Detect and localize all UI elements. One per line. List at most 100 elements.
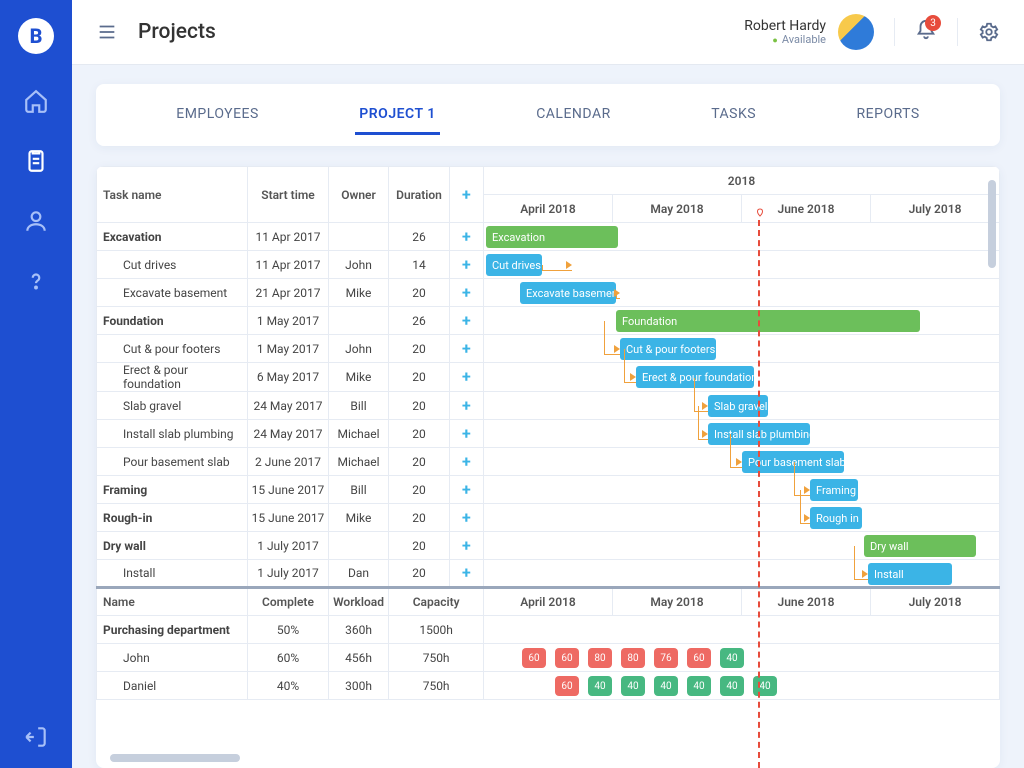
load-pill[interactable]: 76 xyxy=(654,648,678,668)
timeline-month[interactable]: July 2018 xyxy=(871,195,1000,223)
notifications-button[interactable]: 3 xyxy=(915,19,937,45)
task-row[interactable]: Install slab plumbing24 May 2017Michael2… xyxy=(97,420,1000,448)
gantt-cell[interactable]: Framing xyxy=(484,476,1000,504)
task-row[interactable]: Excavate basement21 Apr 2017Mike20+Excav… xyxy=(97,279,1000,307)
task-row[interactable]: Excavation11 Apr 201726+Excavation xyxy=(97,223,1000,251)
resource-row[interactable]: Purchasing department50%360h1500h xyxy=(97,616,1000,644)
timeline-month[interactable]: April 2018 xyxy=(484,588,613,616)
col-owner[interactable]: Owner xyxy=(328,167,388,223)
add-subtask-button[interactable]: + xyxy=(449,560,483,588)
tab-tasks[interactable]: TASKS xyxy=(707,96,760,135)
help-icon[interactable] xyxy=(23,268,49,294)
add-subtask-button[interactable]: + xyxy=(449,420,483,448)
horizontal-scrollbar[interactable] xyxy=(110,754,240,762)
tab-reports[interactable]: REPORTS xyxy=(853,96,924,135)
gantt-bar[interactable]: Slab gravel xyxy=(708,395,768,417)
gantt-cell[interactable]: Excavate basement xyxy=(484,279,1000,307)
load-pill[interactable]: 40 xyxy=(588,676,612,696)
settings-icon[interactable] xyxy=(978,21,1000,43)
gantt-cell[interactable]: Cut & pour footers xyxy=(484,335,1000,363)
res-col-complete[interactable]: Complete xyxy=(248,588,329,616)
add-subtask-button[interactable]: + xyxy=(449,392,483,420)
add-subtask-button[interactable]: + xyxy=(449,532,483,560)
tab-calendar[interactable]: CALENDAR xyxy=(532,96,615,135)
timeline-month[interactable]: July 2018 xyxy=(871,588,1000,616)
load-pill[interactable]: 60 xyxy=(687,648,711,668)
load-pill[interactable]: 40 xyxy=(753,676,777,696)
res-col-capacity[interactable]: Capacity xyxy=(389,588,484,616)
load-pill[interactable]: 40 xyxy=(720,676,744,696)
add-subtask-button[interactable]: + xyxy=(449,504,483,532)
task-row[interactable]: Rough-in15 June 2017Mike20+Rough in xyxy=(97,504,1000,532)
load-pill[interactable]: 60 xyxy=(522,648,546,668)
gantt-cell[interactable]: Foundation xyxy=(484,307,1000,335)
resource-row[interactable]: John60%456h750h60608080766040 xyxy=(97,644,1000,672)
avatar[interactable] xyxy=(838,14,874,50)
gantt-cell[interactable]: Slab gravel xyxy=(484,392,1000,420)
timeline-month[interactable]: May 2018 xyxy=(613,195,742,223)
timeline-month[interactable]: June 2018 xyxy=(742,195,871,223)
task-row[interactable]: Foundation1 May 201726+Foundation xyxy=(97,307,1000,335)
gantt-cell[interactable]: Erect & pour foundation xyxy=(484,363,1000,392)
load-pill[interactable]: 40 xyxy=(654,676,678,696)
add-subtask-button[interactable]: + xyxy=(449,251,483,279)
logout-icon[interactable] xyxy=(23,724,49,750)
tab-project-1[interactable]: PROJECT 1 xyxy=(355,96,439,135)
gantt-cell[interactable]: Rough in xyxy=(484,504,1000,532)
menu-icon[interactable] xyxy=(96,21,118,43)
home-icon[interactable] xyxy=(23,88,49,114)
gantt-bar[interactable]: Excavate basement xyxy=(520,282,616,304)
gantt-cell[interactable]: Pour basement slab xyxy=(484,448,1000,476)
user-icon[interactable] xyxy=(23,208,49,234)
task-row[interactable]: Cut drives11 Apr 2017John14+Cut drives xyxy=(97,251,1000,279)
task-row[interactable]: Erect & pour foundation6 May 2017Mike20+… xyxy=(97,363,1000,392)
vertical-scrollbar[interactable] xyxy=(988,180,996,268)
task-row[interactable]: Slab gravel24 May 2017Bill20+Slab gravel xyxy=(97,392,1000,420)
add-column-button[interactable]: + xyxy=(449,167,483,223)
timeline-month[interactable]: April 2018 xyxy=(484,195,613,223)
gantt-cell[interactable]: Dry wall xyxy=(484,532,1000,560)
load-pill[interactable]: 40 xyxy=(687,676,711,696)
gantt-bar[interactable]: Rough in xyxy=(810,507,862,529)
add-subtask-button[interactable]: + xyxy=(449,476,483,504)
tab-employees[interactable]: EMPLOYEES xyxy=(172,96,263,135)
add-subtask-button[interactable]: + xyxy=(449,307,483,335)
gantt-cell[interactable]: Excavation xyxy=(484,223,1000,251)
res-col-name[interactable]: Name xyxy=(97,588,248,616)
task-row[interactable]: Framing15 June 2017Bill20+Framing xyxy=(97,476,1000,504)
load-pill[interactable]: 60 xyxy=(555,648,579,668)
add-subtask-button[interactable]: + xyxy=(449,279,483,307)
brand-logo[interactable]: B xyxy=(18,18,54,54)
add-subtask-button[interactable]: + xyxy=(449,448,483,476)
gantt-bar[interactable]: Foundation xyxy=(616,310,920,332)
gantt-bar[interactable]: Pour basement slab xyxy=(742,451,844,473)
col-task[interactable]: Task name xyxy=(97,167,248,223)
projects-icon[interactable] xyxy=(23,148,49,174)
gantt-cell[interactable]: Cut drives xyxy=(484,251,1000,279)
add-subtask-button[interactable]: + xyxy=(449,335,483,363)
load-pill[interactable]: 80 xyxy=(621,648,645,668)
res-col-workload[interactable]: Workload xyxy=(328,588,388,616)
gantt-bar[interactable]: Cut drives xyxy=(486,254,542,276)
gantt-bar[interactable]: Excavation xyxy=(486,226,618,248)
col-start[interactable]: Start time xyxy=(248,167,329,223)
resource-row[interactable]: Daniel40%300h750h60404040404040 xyxy=(97,672,1000,700)
load-pill[interactable]: 60 xyxy=(555,676,579,696)
load-pill[interactable]: 40 xyxy=(621,676,645,696)
add-subtask-button[interactable]: + xyxy=(449,223,483,251)
gantt-bar[interactable]: Install xyxy=(868,563,952,585)
gantt-bar[interactable]: Dry wall xyxy=(864,535,976,557)
gantt-cell[interactable]: Install xyxy=(484,560,1000,588)
timeline-month[interactable]: May 2018 xyxy=(613,588,742,616)
load-pill[interactable]: 80 xyxy=(588,648,612,668)
gantt-bar[interactable]: Install slab plumbing xyxy=(708,423,810,445)
timeline-month[interactable]: June 2018 xyxy=(742,588,871,616)
col-duration[interactable]: Duration xyxy=(389,167,449,223)
gantt-bar[interactable]: Framing xyxy=(810,479,858,501)
task-row[interactable]: Cut & pour footers1 May 2017John20+Cut &… xyxy=(97,335,1000,363)
add-subtask-button[interactable]: + xyxy=(449,363,483,392)
user-block[interactable]: Robert Hardy Available xyxy=(744,14,874,50)
load-pill[interactable]: 40 xyxy=(720,648,744,668)
task-row[interactable]: Pour basement slab2 June 2017Michael20+P… xyxy=(97,448,1000,476)
task-row[interactable]: Install1 July 2017Dan20+Install xyxy=(97,560,1000,588)
